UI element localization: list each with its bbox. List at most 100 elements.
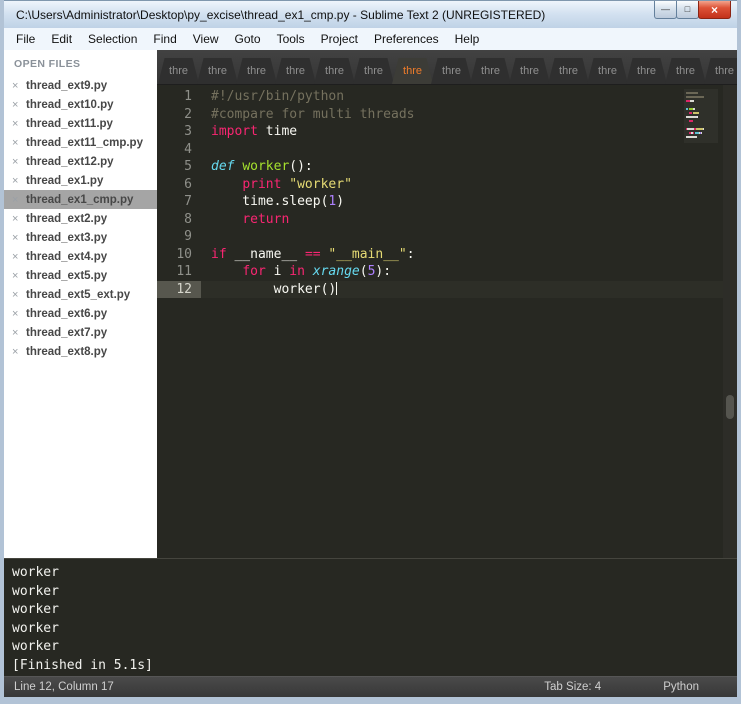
menu-find[interactable]: Find [145,30,184,48]
tab[interactable]: thre [353,58,394,84]
tab[interactable]: thre [509,58,550,84]
scrollbar-thumb[interactable] [726,395,734,419]
sidebar-file[interactable]: ×thread_ext12.py [4,152,157,171]
token: i [266,264,289,279]
minimap-row [686,96,716,98]
file-name: thread_ext5.py [26,270,107,282]
close-file-icon[interactable]: × [12,137,26,149]
close-file-icon[interactable]: × [12,270,26,282]
sidebar-file[interactable]: ×thread_ext10.py [4,95,157,114]
sidebar-file[interactable]: ×thread_ext9.py [4,76,157,95]
syntax-mode-indicator[interactable]: Python [663,681,699,693]
tab[interactable]: thre [626,58,667,84]
token: time.sleep( [211,194,328,209]
code-line[interactable]: 12 worker() [157,281,723,299]
close-button[interactable]: × [698,1,731,19]
close-file-icon[interactable]: × [12,99,26,111]
menu-goto[interactable]: Goto [227,30,269,48]
code-line[interactable]: 6 print "worker" [157,176,723,194]
close-file-icon[interactable]: × [12,289,26,301]
code-line[interactable]: 2#compare for multi threads [157,106,723,124]
sidebar-file[interactable]: ×thread_ext8.py [4,342,157,361]
line-number: 8 [157,211,201,229]
close-file-icon[interactable]: × [12,118,26,130]
menu-edit[interactable]: Edit [43,30,80,48]
code-line[interactable]: 8 return [157,211,723,229]
sidebar-file[interactable]: ×thread_ext6.py [4,304,157,323]
line-number: 11 [157,263,201,281]
code-line[interactable]: 4 [157,141,723,159]
tab[interactable]: thre [392,58,433,84]
code-line[interactable]: 3import time [157,123,723,141]
code-line[interactable]: 10if __name__ == "__main__": [157,246,723,264]
sidebar-file[interactable]: ×thread_ext5_ext.py [4,285,157,304]
tab[interactable]: thre [431,58,472,84]
tab-label: thre [442,65,461,77]
menu-preferences[interactable]: Preferences [366,30,447,48]
menu-selection[interactable]: Selection [80,30,145,48]
line-number: 2 [157,106,201,124]
file-name: thread_ext3.py [26,232,107,244]
code-area[interactable]: 1#!/usr/bin/python2#compare for multi th… [157,88,723,298]
token: #!/usr/bin/python [211,89,344,104]
close-file-icon[interactable]: × [12,251,26,263]
tab[interactable]: thre [197,58,238,84]
sidebar-file[interactable]: ×thread_ext11.py [4,114,157,133]
menu-project[interactable]: Project [313,30,366,48]
tab[interactable]: thre [548,58,589,84]
minimap-seg [693,108,695,110]
menu-file[interactable]: File [8,30,43,48]
close-file-icon[interactable]: × [12,175,26,187]
close-file-icon[interactable]: × [12,156,26,168]
tab-size-indicator[interactable]: Tab Size: 4 [544,681,601,693]
code-line[interactable]: 7 time.sleep(1) [157,193,723,211]
sidebar-file[interactable]: ×thread_ext2.py [4,209,157,228]
menu-view[interactable]: View [185,30,227,48]
close-file-icon[interactable]: × [12,194,26,206]
output-line: worker [12,583,737,602]
code-line[interactable]: 5def worker(): [157,158,723,176]
file-name: thread_ext2.py [26,213,107,225]
maximize-button[interactable]: □ [676,1,699,19]
code-line[interactable]: 9 [157,228,723,246]
tab[interactable]: thre [158,58,199,84]
tab[interactable]: thre [665,58,706,84]
editor[interactable]: 1#!/usr/bin/python2#compare for multi th… [157,85,737,558]
token: ( [360,264,368,279]
vertical-scrollbar[interactable] [723,85,737,558]
code-line[interactable]: 1#!/usr/bin/python [157,88,723,106]
tab[interactable]: thre [275,58,316,84]
code-text: if __name__ == "__main__": [201,246,415,264]
close-file-icon[interactable]: × [12,213,26,225]
code-text: import time [201,123,297,141]
sidebar: OPEN FILES ×thread_ext9.py×thread_ext10.… [4,50,157,558]
menu-help[interactable]: Help [447,30,488,48]
close-file-icon[interactable]: × [12,346,26,358]
sidebar-file[interactable]: ×thread_ex1_cmp.py [4,190,157,209]
sidebar-file[interactable]: ×thread_ext7.py [4,323,157,342]
sidebar-file[interactable]: ×thread_ext5.py [4,266,157,285]
sidebar-file[interactable]: ×thread_ex1.py [4,171,157,190]
tab[interactable]: thre [704,58,737,84]
menu-bar: FileEditSelectionFindViewGotoToolsProjec… [4,28,737,50]
close-file-icon[interactable]: × [12,308,26,320]
sidebar-file[interactable]: ×thread_ext4.py [4,247,157,266]
minimize-button[interactable]: — [654,1,677,19]
minimap-seg [686,96,704,98]
tab[interactable]: thre [236,58,277,84]
code-line[interactable]: 11 for i in xrange(5): [157,263,723,281]
line-number: 5 [157,158,201,176]
token: == [305,247,321,262]
minimap[interactable] [684,89,718,143]
close-file-icon[interactable]: × [12,80,26,92]
tab-label: thre [169,65,188,77]
tab[interactable]: thre [587,58,628,84]
token [305,264,313,279]
menu-tools[interactable]: Tools [269,30,313,48]
tab[interactable]: thre [314,58,355,84]
close-file-icon[interactable]: × [12,232,26,244]
sidebar-file[interactable]: ×thread_ext11_cmp.py [4,133,157,152]
tab[interactable]: thre [470,58,511,84]
close-file-icon[interactable]: × [12,327,26,339]
sidebar-file[interactable]: ×thread_ext3.py [4,228,157,247]
